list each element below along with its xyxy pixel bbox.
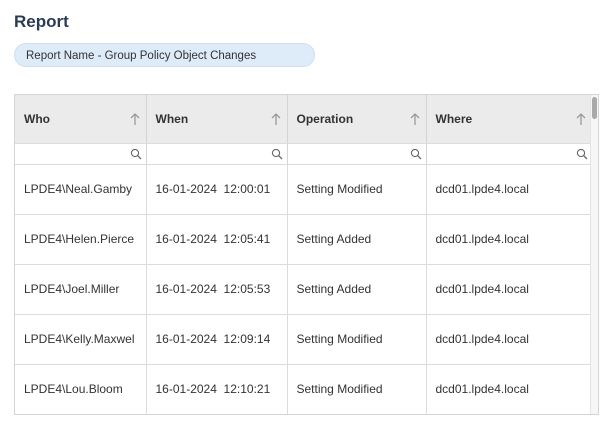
column-header-when[interactable]: When (146, 95, 288, 144)
cell-when: 16-01-2024 12:00:01 (146, 164, 288, 215)
filter-cell-operation (287, 143, 427, 165)
cell-who: LPDE4\Helen.Pierce (15, 214, 147, 265)
cell-operation: Setting Modified (287, 364, 427, 414)
cell-where: dcd01.lpde4.local (426, 264, 592, 315)
cell-who: LPDE4\Joel.Miller (15, 264, 147, 315)
cell-when: 16-01-2024 12:10:21 (146, 364, 288, 414)
table-row[interactable]: LPDE4\Lou.Bloom 16-01-2024 12:10:21 Sett… (15, 364, 592, 414)
cell-when: 16-01-2024 12:05:53 (146, 264, 288, 315)
column-header-operation[interactable]: Operation (287, 95, 427, 144)
cell-operation: Setting Added (287, 214, 427, 265)
cell-who: LPDE4\Kelly.Maxwel (15, 314, 147, 365)
cell-operation: Setting Modified (287, 314, 427, 365)
table-row[interactable]: LPDE4\Joel.Miller 16-01-2024 12:05:53 Se… (15, 264, 592, 315)
table-row[interactable]: LPDE4\Neal.Gamby 16-01-2024 12:00:01 Set… (15, 164, 592, 215)
column-header-where[interactable]: Where (426, 95, 592, 144)
header-row: Who When Operation Where (15, 95, 592, 144)
sort-ascending-icon[interactable] (409, 112, 421, 126)
filter-cell-when (146, 143, 288, 165)
cell-who: LPDE4\Neal.Gamby (15, 164, 147, 215)
filter-row (15, 143, 592, 165)
column-header-label: Operation (296, 111, 354, 126)
filter-input-when[interactable] (146, 143, 287, 164)
search-icon[interactable] (576, 148, 588, 160)
report-table: Who When Operation Where LPDE4\Neal.Gamb… (15, 95, 592, 414)
filter-input-operation[interactable] (287, 143, 426, 164)
filter-input-where[interactable] (426, 143, 592, 164)
sort-ascending-icon[interactable] (575, 112, 587, 126)
vertical-scrollbar[interactable] (590, 95, 598, 414)
column-header-who[interactable]: Who (15, 95, 147, 144)
cell-when: 16-01-2024 12:09:14 (146, 314, 288, 365)
cell-where: dcd01.lpde4.local (426, 214, 592, 265)
sort-ascending-icon[interactable] (270, 112, 282, 126)
table-row[interactable]: LPDE4\Kelly.Maxwel 16-01-2024 12:09:14 S… (15, 314, 592, 365)
column-header-label: Where (435, 111, 473, 126)
search-icon[interactable] (271, 148, 283, 160)
column-header-label: Who (24, 111, 50, 126)
filter-input-who[interactable] (15, 143, 146, 164)
report-name-badge: Report Name - Group Policy Object Change… (14, 43, 315, 67)
cell-operation: Setting Added (287, 264, 427, 315)
filter-cell-who (15, 143, 147, 165)
filter-cell-where (426, 143, 592, 165)
cell-where: dcd01.lpde4.local (426, 164, 592, 215)
table-row[interactable]: LPDE4\Helen.Pierce 16-01-2024 12:05:41 S… (15, 214, 592, 265)
cell-when: 16-01-2024 12:05:41 (146, 214, 288, 265)
cell-who: LPDE4\Lou.Bloom (15, 364, 147, 414)
sort-ascending-icon[interactable] (129, 112, 141, 126)
page-title: Report (14, 12, 69, 31)
cell-operation: Setting Modified (287, 164, 427, 215)
report-grid: Who When Operation Where LPDE4\Neal.Gamb… (14, 94, 599, 415)
search-icon[interactable] (130, 148, 142, 160)
column-header-label: When (155, 111, 189, 126)
search-icon[interactable] (410, 148, 422, 160)
cell-where: dcd01.lpde4.local (426, 364, 592, 414)
scrollbar-thumb[interactable] (592, 97, 597, 119)
cell-where: dcd01.lpde4.local (426, 314, 592, 365)
